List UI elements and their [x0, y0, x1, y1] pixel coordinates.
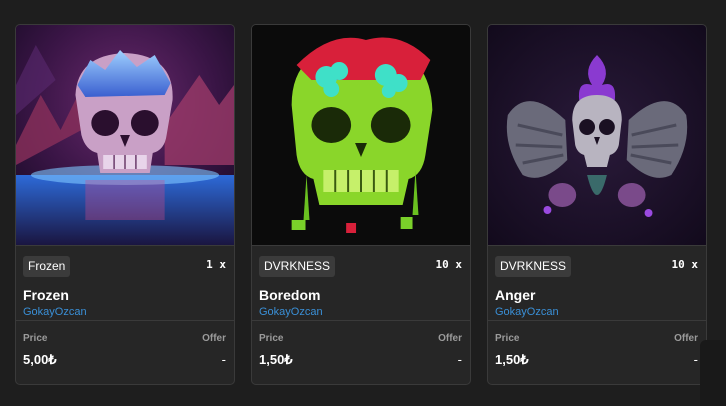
collection-badge[interactable]: Frozen [23, 256, 71, 277]
price-label: Price [259, 333, 284, 344]
creator-link[interactable]: GokayOzcan [495, 306, 699, 319]
nft-card-frozen[interactable]: Frozen 1 x Frozen GokayOzcan Price Offer… [15, 24, 235, 385]
green-skull-image[interactable] [252, 25, 470, 246]
offer-value: - [457, 352, 462, 367]
winged-skull-art [488, 25, 706, 245]
card-title[interactable]: Frozen [23, 287, 227, 303]
quantity-label: 1 x [206, 258, 226, 271]
price-value: 1,50₺ [259, 352, 293, 367]
collection-badge[interactable]: DVRKNESS [259, 256, 336, 277]
card-title[interactable]: Anger [495, 287, 699, 303]
offer-value: - [693, 352, 698, 367]
card-meta: DVRKNESS 10 x Anger GokayOzcan [488, 246, 706, 321]
green-skull-art [252, 25, 470, 245]
price-label: Price [495, 333, 520, 344]
offer-label: Offer [438, 333, 462, 344]
card-meta: Frozen 1 x Frozen GokayOzcan [16, 246, 234, 321]
winged-skull-image[interactable] [488, 25, 706, 246]
offer-label: Offer [674, 333, 698, 344]
price-section: Price Offer 5,00₺ - [16, 321, 234, 384]
nft-card-anger[interactable]: DVRKNESS 10 x Anger GokayOzcan Price Off… [487, 24, 707, 385]
collection-badge[interactable]: DVRKNESS [495, 256, 572, 277]
quantity-label: 10 x [671, 258, 699, 271]
price-value: 1,50₺ [495, 352, 529, 367]
price-section: Price Offer 1,50₺ - [252, 321, 470, 384]
quantity-label: 10 x [435, 258, 463, 271]
price-label: Price [23, 333, 48, 344]
card-meta: DVRKNESS 10 x Boredom GokayOzcan [252, 246, 470, 321]
price-section: Price Offer 1,50₺ - [488, 321, 706, 384]
price-value: 5,00₺ [23, 352, 57, 367]
creator-link[interactable]: GokayOzcan [23, 306, 227, 319]
page-edge-panel [700, 340, 726, 406]
card-list: Frozen 1 x Frozen GokayOzcan Price Offer… [15, 24, 707, 385]
card-title[interactable]: Boredom [259, 287, 463, 303]
frozen-skull-image[interactable] [16, 25, 234, 246]
creator-link[interactable]: GokayOzcan [259, 306, 463, 319]
nft-grid-page: Frozen 1 x Frozen GokayOzcan Price Offer… [0, 0, 726, 406]
offer-label: Offer [202, 333, 226, 344]
offer-value: - [221, 352, 226, 367]
frozen-skull-art [16, 25, 234, 245]
nft-card-boredom[interactable]: DVRKNESS 10 x Boredom GokayOzcan Price O… [251, 24, 471, 385]
